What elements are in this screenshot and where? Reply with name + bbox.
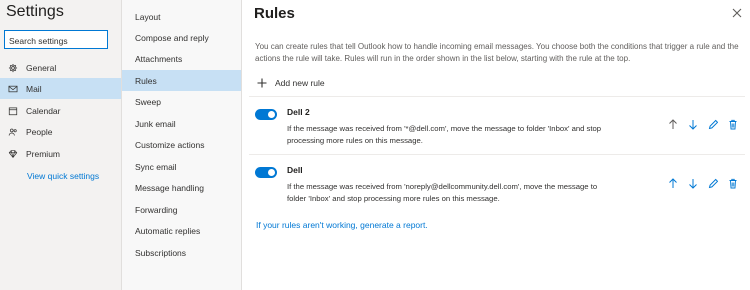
delete-icon[interactable]	[728, 178, 738, 189]
menu-item-customize-actions[interactable]: Customize actions	[122, 134, 241, 155]
edit-icon[interactable]	[708, 119, 718, 130]
rule-enabled-toggle[interactable]	[255, 167, 277, 178]
category-mail-label: Mail	[26, 83, 42, 94]
rule-actions	[668, 178, 738, 189]
rules-intro-text: You can create rules that tell Outlook h…	[255, 42, 739, 63]
category-premium[interactable]: Premium	[0, 143, 121, 164]
move-down-icon[interactable]	[688, 119, 698, 130]
settings-title: Settings	[6, 3, 64, 20]
rule-description: If the message was received from '*@dell…	[287, 124, 602, 145]
menu-item-subscriptions[interactable]: Subscriptions	[122, 242, 241, 263]
menu-item-forwarding[interactable]: Forwarding	[122, 199, 241, 220]
add-new-rule-button[interactable]: Add new rule	[257, 78, 325, 88]
mail-icon	[0, 84, 26, 94]
category-calendar[interactable]: Calendar	[0, 100, 121, 121]
page-title: Rules	[254, 5, 295, 22]
rule-name: Dell 2	[287, 107, 310, 117]
rule-item: Dell If the message was received from 'n…	[243, 155, 750, 213]
category-people[interactable]: People	[0, 121, 121, 142]
delete-icon[interactable]	[728, 119, 738, 130]
rule-enabled-toggle[interactable]	[255, 109, 277, 120]
search-settings-box[interactable]	[4, 30, 108, 50]
menu-item-message-handling[interactable]: Message handling	[122, 177, 241, 198]
menu-item-attachments[interactable]: Attachments	[122, 48, 241, 69]
rule-name: Dell	[287, 165, 303, 175]
rule-actions	[668, 119, 738, 130]
menu-item-compose-and-reply[interactable]: Compose and reply	[122, 27, 241, 48]
add-new-rule-label: Add new rule	[275, 78, 325, 88]
generate-report-link[interactable]: If your rules aren't working, generate a…	[256, 220, 428, 230]
move-down-icon[interactable]	[688, 178, 698, 189]
rule-item: Dell 2 If the message was received from …	[243, 97, 750, 154]
category-calendar-label: Calendar	[26, 105, 61, 116]
menu-item-rules[interactable]: Rules	[122, 70, 241, 91]
menu-item-junk-email[interactable]: Junk email	[122, 113, 241, 134]
people-icon	[0, 127, 26, 137]
diamond-icon	[0, 149, 26, 159]
rule-description: If the message was received from 'norepl…	[287, 182, 598, 203]
category-general[interactable]: General	[0, 57, 121, 78]
close-icon[interactable]	[731, 6, 743, 18]
search-settings-input[interactable]	[5, 32, 107, 50]
gear-icon	[0, 63, 26, 73]
menu-item-layout[interactable]: Layout	[122, 6, 241, 27]
mail-settings-menu: Layout Compose and reply Attachments Rul…	[122, 0, 242, 290]
settings-categories-pane: Settings General Mail Calendar People Pr…	[0, 0, 122, 290]
edit-icon[interactable]	[708, 178, 718, 189]
rules-panel: Rules You can create rules that tell Out…	[243, 0, 750, 290]
category-premium-label: Premium	[26, 148, 61, 159]
menu-item-automatic-replies[interactable]: Automatic replies	[122, 220, 241, 241]
category-mail[interactable]: Mail	[0, 78, 121, 99]
category-general-label: General	[26, 62, 57, 73]
plus-icon	[257, 78, 267, 88]
calendar-icon	[0, 106, 26, 116]
menu-item-sync-email[interactable]: Sync email	[122, 156, 241, 177]
menu-item-sweep[interactable]: Sweep	[122, 91, 241, 112]
move-up-icon[interactable]	[668, 119, 678, 130]
category-people-label: People	[26, 126, 53, 137]
move-up-icon[interactable]	[668, 178, 678, 189]
view-quick-settings-link[interactable]: View quick settings	[27, 171, 99, 181]
